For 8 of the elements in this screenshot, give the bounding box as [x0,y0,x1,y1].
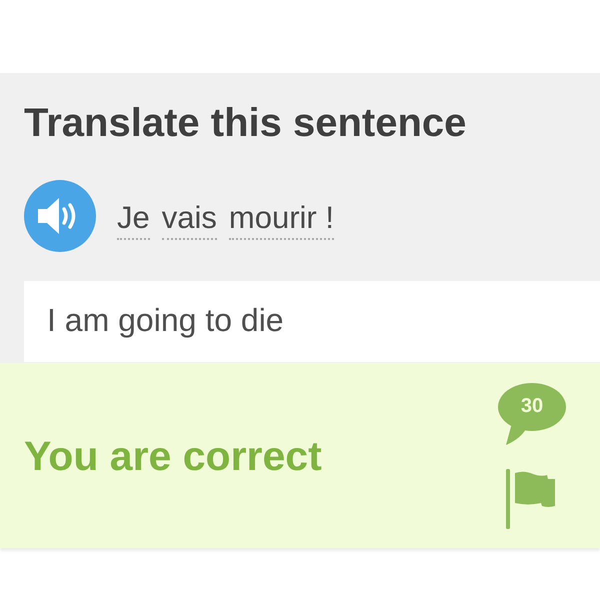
answer-field[interactable]: I am going to die [24,281,600,362]
hint-word[interactable]: Je [117,200,150,240]
hint-word[interactable]: vais [162,200,217,240]
flag-icon[interactable] [506,468,556,528]
exercise-title: Translate this sentence [24,100,466,146]
speaker-icon[interactable] [24,180,96,252]
feedback-message: You are correct [24,432,322,478]
hint-word[interactable]: mourir ! [228,200,334,240]
